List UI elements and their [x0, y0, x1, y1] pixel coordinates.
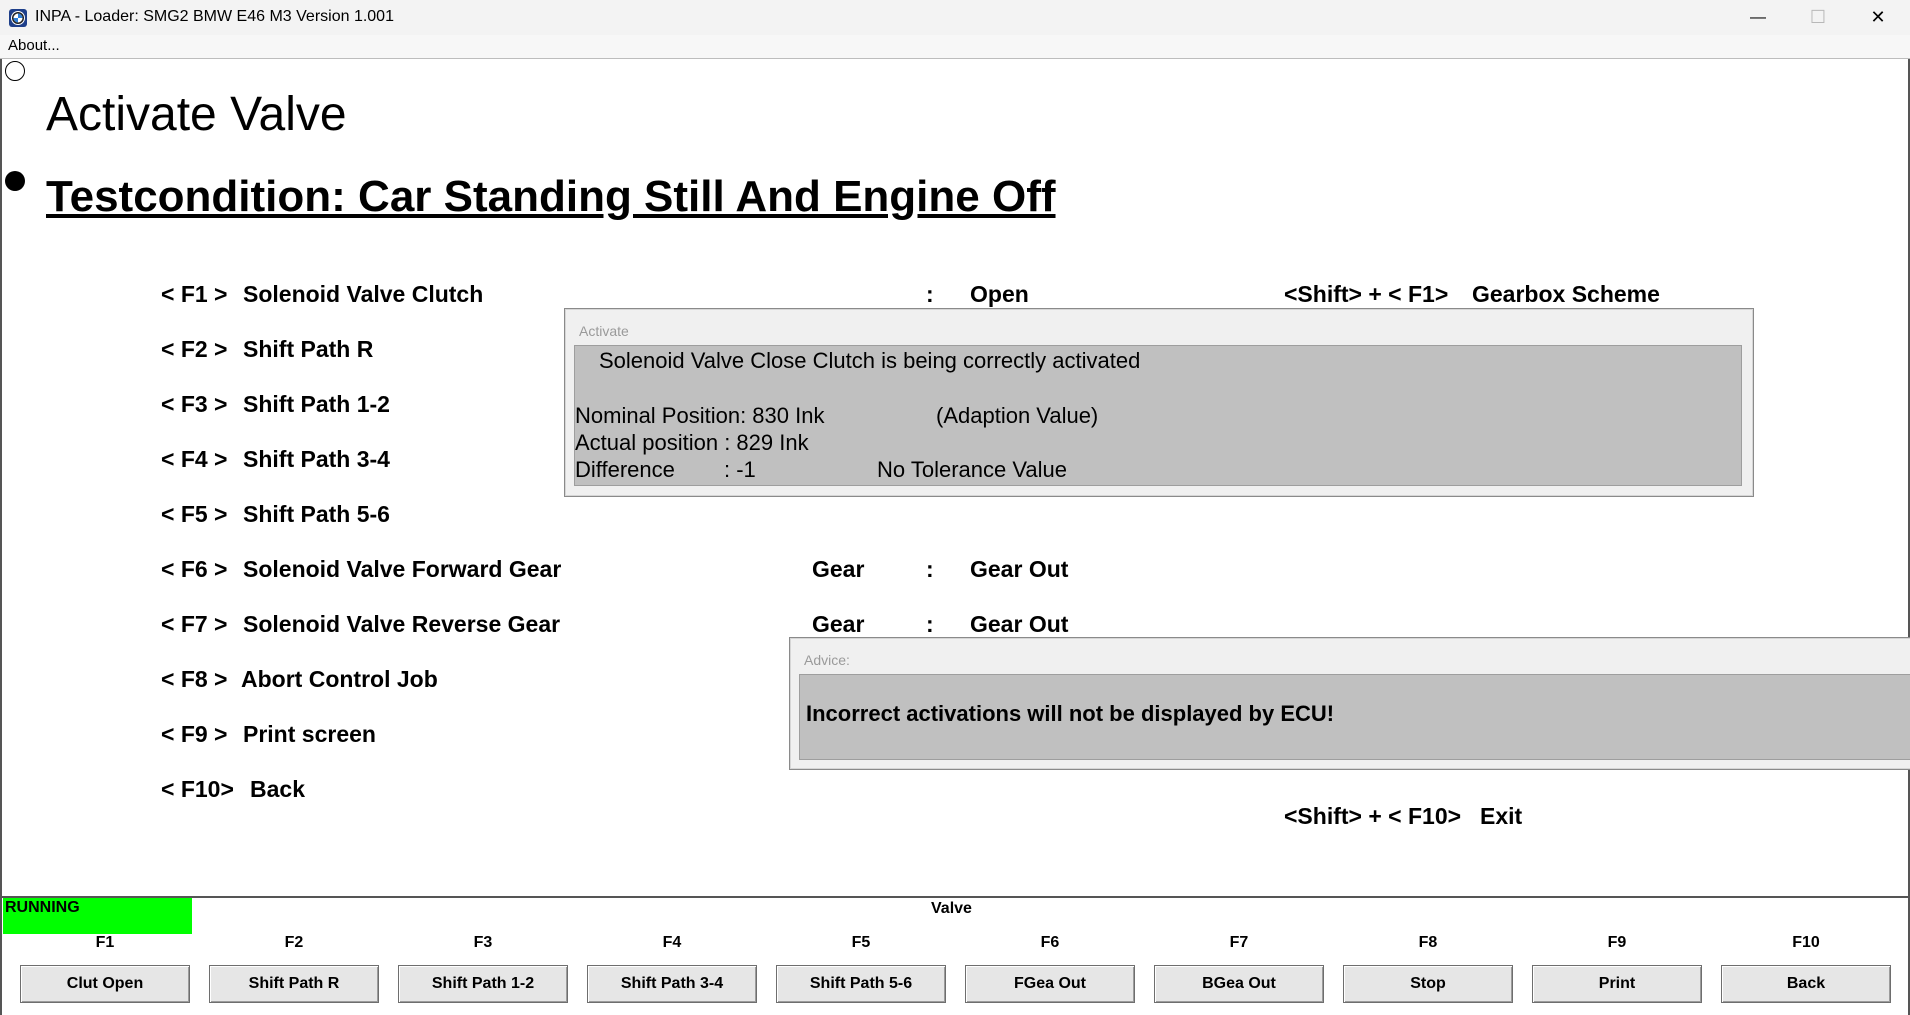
fbar-key-label: F8 [1418, 934, 1438, 951]
radio-filled-icon [5, 171, 25, 191]
f10-back-button[interactable]: Back [1721, 965, 1891, 1003]
fkey-label: Back [250, 776, 305, 802]
title-bar: INPA - Loader: SMG2 BMW E46 M3 Version 1… [0, 0, 1910, 35]
fkey-label: Abort Control Job [241, 666, 438, 692]
fkey-row-f10: < F10> Back [161, 776, 305, 803]
close-button[interactable]: ✕ [1849, 0, 1907, 35]
radio-empty-icon [5, 61, 25, 81]
fkey-row-f3: < F3 > Shift Path 1-2 [161, 391, 390, 418]
advice-message: Incorrect activations will not be displa… [806, 701, 1335, 726]
f2-shift-path-r-button[interactable]: Shift Path R [209, 965, 379, 1003]
fkey-key: < F4 > [161, 446, 228, 472]
fkey-row-f6: < F6 > Solenoid Valve Forward Gear [161, 556, 561, 583]
menu-bar: About... [0, 35, 1910, 59]
fbar-key-label: F7 [1229, 934, 1249, 951]
reverse-gear-value: Gear Out [970, 611, 1069, 637]
fkey-key: < F9 > [161, 721, 228, 747]
fbar-key-label: F3 [473, 934, 493, 951]
minimize-icon: — [1750, 8, 1766, 26]
fkey-label: Print screen [243, 721, 376, 747]
maximize-button[interactable]: ☐ [1789, 0, 1847, 35]
activate-dialog-body: Solenoid Valve Close Clutch is being cor… [574, 345, 1742, 486]
maximize-icon: ☐ [1809, 7, 1827, 27]
testcondition-heading: Testcondition: Car Standing Still And En… [46, 172, 1056, 221]
function-key-bar: F1 F2 F3 F4 F5 F6 F7 F8 F9 F10 Clut Open… [2, 934, 1908, 1015]
fkey-label: Shift Path 5-6 [243, 501, 390, 527]
f5-shift-path-5-6-button[interactable]: Shift Path 5-6 [776, 965, 946, 1003]
activate-dialog-title: Activate [579, 323, 629, 339]
f4-shift-path-3-4-button[interactable]: Shift Path 3-4 [587, 965, 757, 1003]
fbar-key-label: F10 [1792, 934, 1820, 951]
running-indicator: RUNNING [3, 898, 192, 934]
advice-dialog-body: Incorrect activations will not be displa… [799, 674, 1910, 760]
bmw-logo-icon [9, 9, 27, 27]
fkey-key: < F7 > [161, 611, 228, 637]
fkey-key: < F3 > [161, 391, 228, 417]
fkey-label: Solenoid Valve Reverse Gear [243, 611, 561, 637]
fkey-label: Solenoid Valve Forward Gear [243, 556, 562, 582]
difference-label: Difference [575, 457, 675, 482]
actual-position: Actual position : 829 Ink [575, 430, 809, 455]
reverse-gear-colon: : [926, 611, 934, 637]
f7-bgea-out-button[interactable]: BGea Out [1154, 965, 1324, 1003]
difference-value: : -1 [724, 457, 756, 482]
adaption-value: (Adaption Value) [936, 403, 1099, 428]
f3-shift-path-1-2-button[interactable]: Shift Path 1-2 [398, 965, 568, 1003]
fkey-key: < F8 > [161, 666, 228, 692]
minimize-button[interactable]: — [1729, 0, 1787, 35]
advice-dialog: Advice: Incorrect activations will not b… [789, 637, 1910, 770]
forward-gear-label: Gear [812, 556, 865, 582]
fbar-key-label: F9 [1607, 934, 1627, 951]
fkey-row-f1: < F1 > Solenoid Valve Clutch [161, 281, 483, 308]
f9-print-button[interactable]: Print [1532, 965, 1702, 1003]
fkey-label: Solenoid Valve Clutch [243, 281, 484, 307]
fbar-key-label: F5 [851, 934, 871, 951]
fbar-key-label: F2 [284, 934, 304, 951]
section-label: Valve [931, 900, 972, 917]
f8-stop-button[interactable]: Stop [1343, 965, 1513, 1003]
fbar-key-label: F6 [1040, 934, 1060, 951]
close-icon: ✕ [1870, 7, 1886, 27]
window-title: INPA - Loader: SMG2 BMW E46 M3 Version 1… [35, 8, 394, 25]
shortcut-shift-f1: <Shift> + < F1> [1284, 281, 1449, 307]
fkey-label: Shift Path 1-2 [243, 391, 390, 417]
fkey-row-f9: < F9 > Print screen [161, 721, 376, 748]
fkey-row-f7: < F7 > Solenoid Valve Reverse Gear [161, 611, 560, 638]
fkey-label: Shift Path R [243, 336, 374, 362]
main-content: Activate Valve Testcondition: Car Standi… [2, 59, 1910, 897]
running-status-text: RUNNING [5, 899, 80, 916]
page-title: Activate Valve [46, 88, 347, 141]
fkey-key: < F5 > [161, 501, 228, 527]
activate-dialog: Activate Solenoid Valve Close Clutch is … [564, 308, 1754, 497]
nominal-position: Nominal Position: 830 Ink [575, 403, 825, 428]
shortcut-exit: Exit [1480, 803, 1523, 829]
f1-clut-open-button[interactable]: Clut Open [20, 965, 190, 1003]
fbar-key-label: F1 [95, 934, 115, 951]
fkey-label: Shift Path 3-4 [243, 446, 390, 472]
menu-about[interactable]: About... [8, 37, 60, 54]
tolerance-text: No Tolerance Value [877, 457, 1067, 482]
forward-gear-value: Gear Out [970, 556, 1069, 582]
reverse-gear-label: Gear [812, 611, 865, 637]
fkey-row-f8: < F8 > Abort Control Job [161, 666, 438, 693]
shortcut-gearbox-scheme: Gearbox Scheme [1472, 281, 1660, 307]
f6-fgea-out-button[interactable]: FGea Out [965, 965, 1135, 1003]
fkey-key: < F1 > [161, 281, 228, 307]
fkey-key: < F2 > [161, 336, 228, 362]
clutch-colon: : [926, 281, 934, 307]
fkey-row-f5: < F5 > Shift Path 5-6 [161, 501, 390, 528]
forward-gear-colon: : [926, 556, 934, 582]
clutch-state-value: Open [970, 281, 1029, 307]
fkey-row-f2: < F2 > Shift Path R [161, 336, 373, 363]
fkey-row-f4: < F4 > Shift Path 3-4 [161, 446, 390, 473]
advice-dialog-title: Advice: [804, 652, 850, 668]
status-bar: RUNNING Valve [2, 896, 1908, 936]
fbar-key-label: F4 [662, 934, 682, 951]
activate-message: Solenoid Valve Close Clutch is being cor… [599, 348, 1141, 373]
fkey-key: < F6 > [161, 556, 228, 582]
shortcut-shift-f10: <Shift> + < F10> [1284, 803, 1462, 829]
fkey-key: < F10> [161, 776, 234, 802]
